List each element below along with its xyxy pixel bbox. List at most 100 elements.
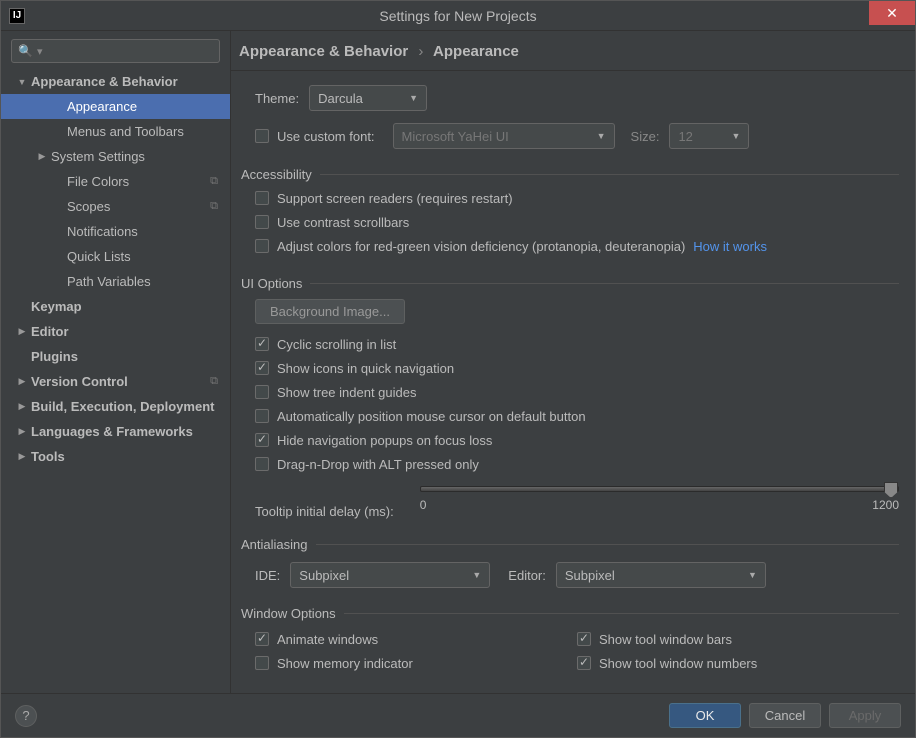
tree-item[interactable]: ▶Languages & Frameworks [1,419,230,444]
main-panel: Appearance & Behavior › Appearance Theme… [231,31,915,693]
close-button[interactable]: ✕ [869,1,915,25]
checkbox-label: Animate windows [277,632,378,647]
checkbox-label: Adjust colors for red-green vision defic… [277,239,685,254]
checkbox[interactable] [255,457,269,471]
titlebar: IJ Settings for New Projects ✕ [1,1,915,31]
checkbox[interactable] [255,632,269,646]
checkbox[interactable] [255,409,269,423]
tree-item[interactable]: Appearance [1,94,230,119]
tree-item[interactable]: ▶System Settings [1,144,230,169]
aa-editor-select[interactable]: Subpixel ▼ [556,562,766,588]
tree-item-label: File Colors [67,174,129,189]
checkbox[interactable] [255,215,269,229]
use-custom-font-label: Use custom font: [277,129,375,144]
font-size-label: Size: [631,129,660,144]
search-input[interactable]: 🔍 ▾ [11,39,220,63]
checkbox-label: Show tree indent guides [277,385,416,400]
tree-item[interactable]: Menus and Toolbars [1,119,230,144]
checkbox[interactable] [255,337,269,351]
tree-item[interactable]: ▶Version Control⧉ [1,369,230,394]
tree-item-label: Scopes [67,199,110,214]
tree-item[interactable]: ▼ Appearance & Behavior [1,69,230,94]
app-icon: IJ [9,8,25,24]
chevron-right-icon: ▶ [17,326,27,337]
tree-item-label: Appearance [67,99,137,114]
chevron-down-icon: ▼ [722,131,741,141]
ok-button[interactable]: OK [669,703,741,728]
sidebar: 🔍 ▾ ▼ Appearance & Behavior Appearance Menu… [1,31,231,693]
checkbox-label: Support screen readers (requires restart… [277,191,513,206]
chevron-right-icon: › [418,43,423,60]
checkbox-row[interactable]: Hide navigation popups on focus loss [255,428,899,452]
breadcrumb: Appearance & Behavior › Appearance [231,31,915,71]
checkbox[interactable] [255,191,269,205]
checkbox[interactable] [577,632,591,646]
breadcrumb-root: Appearance & Behavior [239,43,408,60]
aa-editor-value: Subpixel [565,568,615,583]
checkbox-row[interactable]: Drag-n-Drop with ALT pressed only [255,452,899,476]
tree-item-label: Editor [31,324,69,339]
tree-item[interactable]: ▶Build, Execution, Deployment [1,394,230,419]
tree-item[interactable]: Path Variables [1,269,230,294]
tree-item-label: Build, Execution, Deployment [31,399,214,414]
tree-item[interactable]: Keymap [1,294,230,319]
font-family-select[interactable]: Microsoft YaHei UI ▼ [393,123,615,149]
apply-button[interactable]: Apply [829,703,901,728]
use-custom-font-checkbox[interactable]: Use custom font: [255,124,385,148]
chevron-down-icon: ▼ [587,131,606,141]
checkbox-row[interactable]: Support screen readers (requires restart… [255,186,899,210]
checkbox[interactable] [255,239,269,253]
checkbox-label: Cyclic scrolling in list [277,337,396,352]
font-size-select[interactable]: 12 ▼ [669,123,749,149]
checkbox-row[interactable]: Cyclic scrolling in list [255,332,899,356]
tree-item[interactable]: Notifications [1,219,230,244]
checkbox-row[interactable]: Show tool window bars [577,627,899,651]
tree-item[interactable]: Quick Lists [1,244,230,269]
project-scope-icon: ⧉ [210,175,218,188]
tooltip-delay-label: Tooltip initial delay (ms): [255,504,394,519]
aa-ide-select[interactable]: Subpixel ▼ [290,562,490,588]
tree-item-label: System Settings [51,149,145,164]
tree-item[interactable]: Plugins [1,344,230,369]
slider-thumb[interactable] [884,482,898,498]
tree-item-label: Version Control [31,374,128,389]
help-button[interactable]: ? [15,705,37,727]
checkbox[interactable] [255,385,269,399]
tree-item[interactable]: File Colors ⧉ [1,169,230,194]
checkbox[interactable] [577,656,591,670]
slider-max: 1200 [872,498,899,512]
checkbox-label: Automatically position mouse cursor on d… [277,409,586,424]
theme-label: Theme: [255,91,299,106]
how-it-works-link[interactable]: How it works [693,239,767,254]
checkbox-row[interactable]: Automatically position mouse cursor on d… [255,404,899,428]
theme-select[interactable]: Darcula ▼ [309,85,427,111]
section-window-options: Window Options [241,606,899,621]
checkbox[interactable] [255,361,269,375]
settings-tree: ▼ Appearance & Behavior Appearance Menus an… [1,69,230,693]
dialog-footer: ? OK Cancel Apply [1,693,915,737]
checkbox-row[interactable]: Use contrast scrollbars [255,210,899,234]
checkbox-row[interactable]: Adjust colors for red-green vision defic… [255,234,899,258]
checkbox-label: Drag-n-Drop with ALT pressed only [277,457,479,472]
cancel-button[interactable]: Cancel [749,703,821,728]
section-antialiasing: Antialiasing [241,537,899,552]
checkbox-row[interactable]: Show memory indicator [255,651,577,675]
slider-min: 0 [420,498,427,512]
checkbox-row[interactable]: Animate windows [255,627,577,651]
tree-item[interactable]: Scopes⧉ [1,194,230,219]
checkbox-row[interactable]: Show icons in quick navigation [255,356,899,380]
tooltip-delay-slider[interactable] [420,486,899,492]
window-title: Settings for New Projects [379,8,536,24]
tree-item[interactable]: ▶ Editor [1,319,230,344]
checkbox-row[interactable]: Show tree indent guides [255,380,899,404]
checkbox[interactable] [255,656,269,670]
tree-item-label: Appearance & Behavior [31,74,178,89]
tree-item[interactable]: ▶Tools [1,444,230,469]
chevron-down-icon: ▼ [17,77,27,87]
checkbox-row[interactable]: Show tool window numbers [577,651,899,675]
background-image-button[interactable]: Background Image... [255,299,405,324]
checkbox-label: Show tool window bars [599,632,732,647]
checkbox[interactable] [255,433,269,447]
tree-item-label: Notifications [67,224,138,239]
font-size-value: 12 [678,129,692,144]
